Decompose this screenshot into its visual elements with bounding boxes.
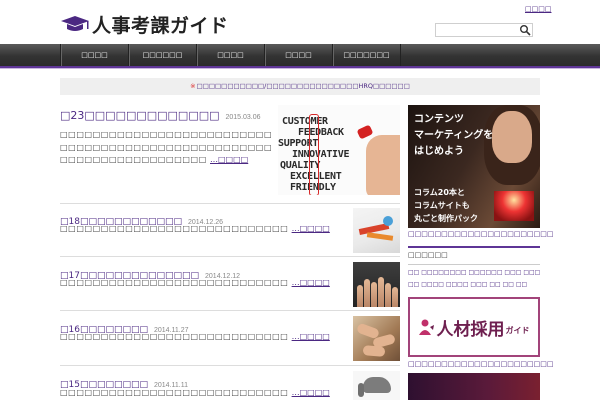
- post-thumbnail[interactable]: [353, 316, 400, 361]
- recruit-guide-banner[interactable]: 人材採用 ガイド: [408, 297, 540, 357]
- post-excerpt: □□□□□□□□□□□□□□□□□□□□□□□□□□□□ …□□□□: [60, 224, 352, 234]
- featured-read-more-link[interactable]: …□□□□: [210, 155, 248, 164]
- post-item: □18□□□□□□□□□□□□ 2014.12.26 □□□□□□□□□□□□□□…: [60, 208, 400, 253]
- top-right-link[interactable]: □□□□: [525, 5, 551, 13]
- image-word: INNOVATIVE: [292, 149, 350, 160]
- post-item: □16□□□□□□□□ 2014.11.27 □□□□□□□□□□□□□□□□□□…: [60, 316, 400, 362]
- divider: [60, 203, 400, 204]
- banner-headline: コンテンツ: [414, 114, 464, 125]
- nav-item-4[interactable]: □□□□: [265, 44, 333, 66]
- hand-graphic: [366, 135, 400, 195]
- search-input[interactable]: [436, 24, 524, 36]
- recruit-banner-subtitle: ガイド: [505, 325, 530, 335]
- post-thumbnail[interactable]: [353, 262, 400, 307]
- featured-post-excerpt: □□□□□□□□□□□□□□□□□□□□□□□□□□□□□□□□□□□□□□□□…: [60, 129, 274, 167]
- post-excerpt-text: □□□□□□□□□□□□□□□□□□□□□□□□□□□□: [60, 388, 292, 397]
- page: 人事考課ガイド □□□□ □□□□ □□□□□□ □□□□ □□□□ □□□□□…: [0, 0, 600, 400]
- read-more-link[interactable]: …□□□□: [292, 224, 330, 233]
- post-excerpt-text: □□□□□□□□□□□□□□□□□□□□□□□□□□□□: [60, 224, 292, 233]
- content-marketing-banner[interactable]: コンテンツ マーケティングを はじめよう コラム20本と コラムサイトも 丸ごと…: [408, 105, 540, 228]
- nav-item-3[interactable]: □□□□: [197, 44, 265, 66]
- notice-bar[interactable]: ※□□□□□□□□□□□/□□□□□□□□□□□□□□□HRQ□□□□□□: [60, 78, 540, 95]
- post-thumbnail[interactable]: [353, 371, 400, 400]
- post-item: □17□□□□□□□□□□□□□□ 2014.12.12 □□□□□□□□□□□□…: [60, 262, 400, 307]
- nav-item-5[interactable]: □□□□□□□: [333, 44, 401, 66]
- sidebar-links-line[interactable]: □□ □□□□ □□□□ □□□ □□ □□ □□: [408, 281, 540, 288]
- post-thumbnail[interactable]: [353, 208, 400, 253]
- divider: [60, 310, 400, 311]
- sidebar-section-header: □□□□□□: [408, 246, 540, 265]
- divider: [60, 256, 400, 257]
- sidebar-section-title: □□□□□□: [408, 251, 448, 259]
- bottom-sidebar-banner[interactable]: [408, 373, 540, 400]
- divider: [60, 365, 400, 366]
- post-item: □15□□□□□□□□ 2014.11.11 □□□□□□□□□□□□□□□□□□…: [60, 371, 400, 400]
- main-nav: □□□□ □□□□□□ □□□□ □□□□ □□□□□□□: [0, 44, 600, 68]
- nav-item-1[interactable]: □□□□: [61, 44, 129, 66]
- logo-text: 人事考課ガイド: [92, 14, 229, 37]
- banner-headline: マーケティングを: [414, 130, 494, 141]
- person-icon: [418, 319, 434, 335]
- notice-mark: ※: [190, 82, 196, 90]
- post-excerpt-text: □□□□□□□□□□□□□□□□□□□□□□□□□□□□: [60, 278, 292, 287]
- post-excerpt: □□□□□□□□□□□□□□□□□□□□□□□□□□□□ …□□□□: [60, 332, 352, 342]
- image-word: CUSTOMER: [282, 116, 328, 127]
- search-box: [435, 23, 533, 37]
- nav-item-2[interactable]: □□□□□□: [129, 44, 197, 66]
- read-more-link[interactable]: …□□□□: [292, 388, 330, 397]
- post-excerpt: □□□□□□□□□□□□□□□□□□□□□□□□□□□□ …□□□□: [60, 278, 352, 288]
- banner-headline: はじめよう: [414, 146, 464, 157]
- featured-post-title[interactable]: □23□□□□□□□□□□□□□: [60, 109, 220, 122]
- notice-text: □□□□□□□□□□□/□□□□□□□□□□□□□□□HRQ□□□□□□: [196, 82, 410, 90]
- red-highlight-box: [309, 114, 319, 195]
- mortarboard-icon: [61, 16, 89, 31]
- banner-subtext: コラムサイトも: [414, 201, 470, 210]
- banner-subtext: コラム20本と: [414, 188, 465, 197]
- red-marker-graphic: [356, 124, 374, 140]
- featured-post-date: 2015.03.06: [225, 114, 261, 121]
- banner-subtext: 丸ごと制作パック: [414, 214, 478, 223]
- featured-post-image[interactable]: CUSTOMER FEEDBACK SUPPORT INNOVATIVE QUA…: [278, 105, 400, 195]
- post-excerpt: □□□□□□□□□□□□□□□□□□□□□□□□□□□□ …□□□□: [60, 388, 352, 398]
- read-more-link[interactable]: …□□□□: [292, 278, 330, 287]
- recruit-caption-link[interactable]: □□□□□□□□□□□□□□□□□□□□□□: [408, 360, 554, 368]
- sidebar-links-line[interactable]: □□ □□□□□□□□ □□□□□□ □□□ □□□□ □□□□□□□□ □□: [408, 269, 540, 276]
- banner-caption-link[interactable]: □□□□□□□□□□□□□□□□□□□□□□: [408, 230, 554, 238]
- nav-divider: [0, 68, 600, 69]
- search-icon[interactable]: [519, 24, 531, 36]
- site-logo[interactable]: 人事考課ガイド: [60, 12, 229, 37]
- image-word: FEEDBACK: [298, 127, 344, 138]
- recruit-banner-title: 人材採用: [436, 319, 505, 340]
- post-excerpt-text: □□□□□□□□□□□□□□□□□□□□□□□□□□□□: [60, 332, 292, 341]
- featured-title-row: □23□□□□□□□□□□□□□ 2015.03.06: [60, 104, 275, 123]
- read-more-link[interactable]: …□□□□: [292, 332, 330, 341]
